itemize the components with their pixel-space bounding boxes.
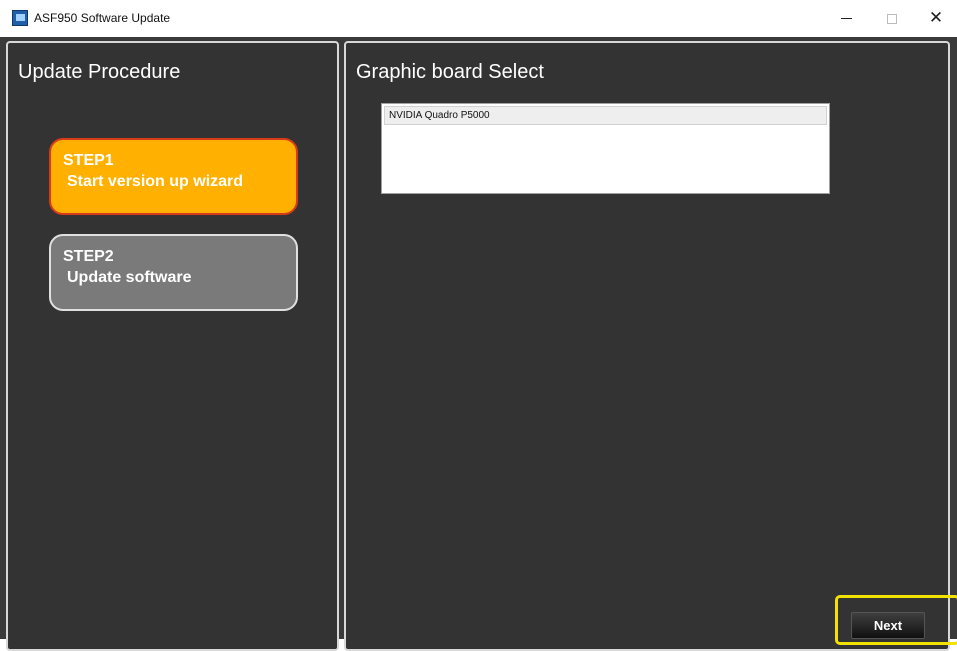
graphic-board-list[interactable]: NVIDIA Quadro P5000 — [381, 103, 830, 194]
procedure-title: Update Procedure — [18, 61, 181, 83]
client-area: Update Procedure STEP1 Start version up … — [0, 37, 957, 651]
step2-title: STEP2 — [63, 248, 114, 265]
minimize-icon — [840, 18, 852, 19]
step2-description: Update software — [67, 269, 192, 286]
step1-description: Start version up wizard — [67, 173, 244, 190]
close-button[interactable]: ✕ — [913, 0, 957, 37]
next-button[interactable]: Next — [851, 612, 925, 639]
procedure-panel: Update Procedure STEP1 Start version up … — [6, 41, 339, 651]
window-title: ASF950 Software Update — [34, 11, 171, 25]
close-icon: ✕ — [928, 8, 944, 28]
board-select-panel: Graphic board Select NVIDIA Quadro P5000 — [344, 41, 950, 651]
step1-title: STEP1 — [63, 152, 114, 169]
update-window: ASF950 Software Update ✕ Update Procedur… — [0, 0, 957, 651]
app-icon — [12, 10, 28, 26]
list-item[interactable]: NVIDIA Quadro P5000 — [384, 106, 827, 125]
title-bar: ASF950 Software Update ✕ — [0, 0, 957, 37]
step2-card[interactable]: STEP2 Update software — [49, 234, 298, 311]
maximize-button[interactable] — [869, 0, 915, 37]
maximize-icon — [887, 13, 897, 24]
step1-card[interactable]: STEP1 Start version up wizard — [49, 138, 298, 215]
minimize-button[interactable] — [823, 0, 869, 37]
board-select-title: Graphic board Select — [356, 61, 544, 83]
